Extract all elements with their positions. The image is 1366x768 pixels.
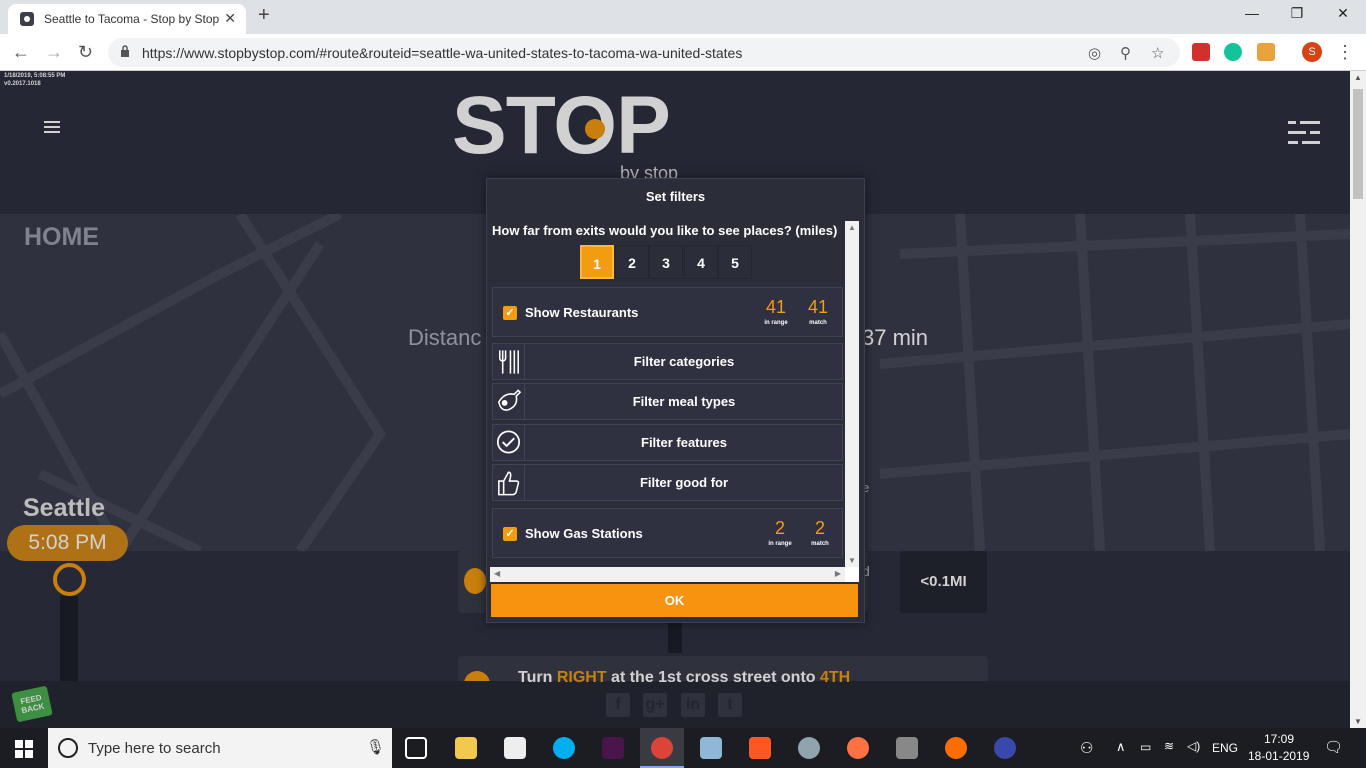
filter-features-button[interactable]: Filter features bbox=[492, 424, 843, 461]
browser-toolbar: ← → ↻ https://www.stopbystop.com/#route&… bbox=[0, 34, 1366, 71]
distance-question: How far from exits would you like to see… bbox=[492, 223, 838, 238]
dialog-vertical-scrollbar[interactable]: ▲ ▼ bbox=[845, 221, 859, 567]
filter-categories-button[interactable]: Filter categories bbox=[492, 343, 843, 380]
eclipse-icon[interactable] bbox=[994, 737, 1016, 759]
page-scrollbar[interactable]: ▲ ▼ bbox=[1350, 71, 1366, 728]
menu-kebab-icon[interactable]: ⋮ bbox=[1336, 42, 1354, 63]
restore-button[interactable]: ❐ bbox=[1274, 5, 1320, 22]
set-filters-dialog: Set filters How far from exits would you… bbox=[486, 178, 865, 623]
show-restaurants-row: ✓ Show Restaurants 41 in range 41 match bbox=[492, 287, 843, 337]
web-page: 1/18/2019, 5:08:55 PM v0.2017.1018 STOP … bbox=[0, 71, 1350, 728]
gas-in-range-count: 2 bbox=[774, 518, 785, 538]
dialog-scroll-area[interactable]: How far from exits would you like to see… bbox=[490, 221, 859, 582]
taskbar-search-placeholder: Type here to search bbox=[88, 740, 221, 757]
in-range-label: in range bbox=[764, 320, 788, 326]
cortana-icon bbox=[58, 738, 78, 758]
reload-icon[interactable]: ↻ bbox=[78, 42, 93, 63]
notifications-icon[interactable]: 🗨 bbox=[1324, 738, 1343, 756]
windows-taskbar: Type here to search 🎙 ⚇ ∧ ▭ ≋ ◁) ENG 17:… bbox=[0, 728, 1366, 768]
dialog-title: Set filters bbox=[645, 189, 706, 204]
mile-option-5[interactable]: 5 bbox=[718, 245, 752, 279]
battery-icon[interactable]: ▭ bbox=[1140, 740, 1151, 754]
tray-chevron-icon[interactable]: ∧ bbox=[1116, 739, 1126, 755]
filter-meal-types-button[interactable]: Filter meal types bbox=[492, 383, 843, 420]
store-icon[interactable] bbox=[504, 737, 526, 759]
sketch-icon[interactable] bbox=[847, 737, 869, 759]
ok-button[interactable]: OK bbox=[491, 584, 858, 617]
mile-option-1[interactable]: 1 bbox=[580, 245, 614, 279]
back-arrow-icon[interactable]: ← bbox=[12, 42, 30, 63]
chrome-icon[interactable] bbox=[651, 737, 673, 759]
taskbar-search-box[interactable]: Type here to search 🎙 bbox=[48, 728, 392, 768]
show-restaurants-label: Show Restaurants bbox=[525, 305, 639, 320]
browser-tab-bar: Seattle to Tacoma - Stop by Stop ✕ + — ❐… bbox=[0, 0, 1366, 34]
skype-icon[interactable] bbox=[553, 737, 575, 759]
address-bar[interactable]: https://www.stopbystop.com/#route&routei… bbox=[108, 38, 1180, 67]
meal-icon bbox=[497, 384, 525, 419]
clock-time[interactable]: 17:09 bbox=[1264, 732, 1294, 746]
filter-meal-types-label: Filter meal types bbox=[632, 394, 736, 409]
tab-title: Seattle to Tacoma - Stop by Stop bbox=[44, 12, 220, 26]
lock-icon bbox=[121, 45, 129, 57]
paint-icon[interactable] bbox=[798, 737, 820, 759]
site-favicon-icon bbox=[20, 12, 34, 26]
language-indicator[interactable]: ENG bbox=[1212, 741, 1238, 755]
microphone-icon[interactable]: 🎙 bbox=[366, 738, 385, 756]
location-target-icon[interactable]: ◎ bbox=[1088, 44, 1101, 62]
show-gas-stations-label: Show Gas Stations bbox=[525, 526, 643, 541]
task-view-icon[interactable] bbox=[405, 737, 427, 759]
bookmark-star-icon[interactable]: ☆ bbox=[1151, 44, 1164, 62]
app-icon[interactable] bbox=[896, 737, 918, 759]
gas-match-count: 2 bbox=[814, 518, 825, 538]
dialog-horizontal-scrollbar[interactable]: ◀ ▶ bbox=[490, 567, 845, 582]
mile-option-3[interactable]: 3 bbox=[649, 245, 683, 279]
page-scrollbar-thumb[interactable] bbox=[1353, 89, 1363, 199]
windows-start-icon[interactable] bbox=[15, 740, 33, 758]
dialog-content: How far from exits would you like to see… bbox=[490, 221, 845, 567]
firefox-icon[interactable] bbox=[945, 737, 967, 759]
wifi-icon[interactable]: ≋ bbox=[1164, 739, 1174, 753]
camera-app-icon[interactable] bbox=[749, 737, 771, 759]
show-gas-stations-checkbox[interactable]: ✓ bbox=[503, 527, 517, 541]
grammarly-icon[interactable] bbox=[1224, 43, 1242, 61]
filter-good-for-label: Filter good for bbox=[639, 475, 729, 490]
thumbs-up-icon bbox=[498, 465, 525, 500]
tab-close-icon[interactable]: ✕ bbox=[224, 10, 236, 27]
show-gas-stations-row: ✓ Show Gas Stations 2 in range 2 match bbox=[492, 508, 843, 558]
check-circle-icon bbox=[496, 425, 525, 460]
filter-features-label: Filter features bbox=[641, 435, 727, 450]
people-icon[interactable]: ⚇ bbox=[1080, 739, 1093, 757]
mile-option-4[interactable]: 4 bbox=[684, 245, 718, 279]
zoom-icon[interactable]: ⚲ bbox=[1120, 44, 1131, 62]
gas-match-label: match bbox=[811, 541, 829, 547]
minimize-button[interactable]: — bbox=[1229, 5, 1275, 21]
profile-avatar[interactable]: S bbox=[1302, 42, 1322, 62]
clock-date[interactable]: 18-01-2019 bbox=[1248, 749, 1309, 763]
forward-arrow-icon[interactable]: → bbox=[45, 42, 63, 63]
extension-red-icon[interactable] bbox=[1192, 43, 1210, 61]
new-tab-button[interactable]: + bbox=[258, 4, 270, 27]
gas-in-range-label: in range bbox=[768, 541, 792, 547]
file-explorer-icon[interactable] bbox=[455, 737, 477, 759]
notepad-icon[interactable] bbox=[700, 737, 722, 759]
extension-orange-icon[interactable] bbox=[1257, 43, 1275, 61]
url-text: https://www.stopbystop.com/#route&routei… bbox=[142, 45, 743, 61]
filter-good-for-button[interactable]: Filter good for bbox=[492, 464, 843, 501]
window-close-button[interactable]: ✕ bbox=[1320, 5, 1366, 22]
filter-categories-label: Filter categories bbox=[633, 354, 735, 369]
mile-option-2[interactable]: 2 bbox=[615, 245, 649, 279]
utensils-icon bbox=[499, 344, 525, 379]
show-restaurants-checkbox[interactable]: ✓ bbox=[503, 306, 517, 320]
slack-icon[interactable] bbox=[602, 737, 624, 759]
match-label: match bbox=[809, 320, 827, 326]
volume-icon[interactable]: ◁) bbox=[1187, 739, 1200, 753]
restaurants-match-count: 41 bbox=[807, 297, 829, 317]
restaurants-in-range-count: 41 bbox=[765, 297, 787, 317]
browser-tab[interactable]: Seattle to Tacoma - Stop by Stop ✕ bbox=[8, 4, 246, 34]
